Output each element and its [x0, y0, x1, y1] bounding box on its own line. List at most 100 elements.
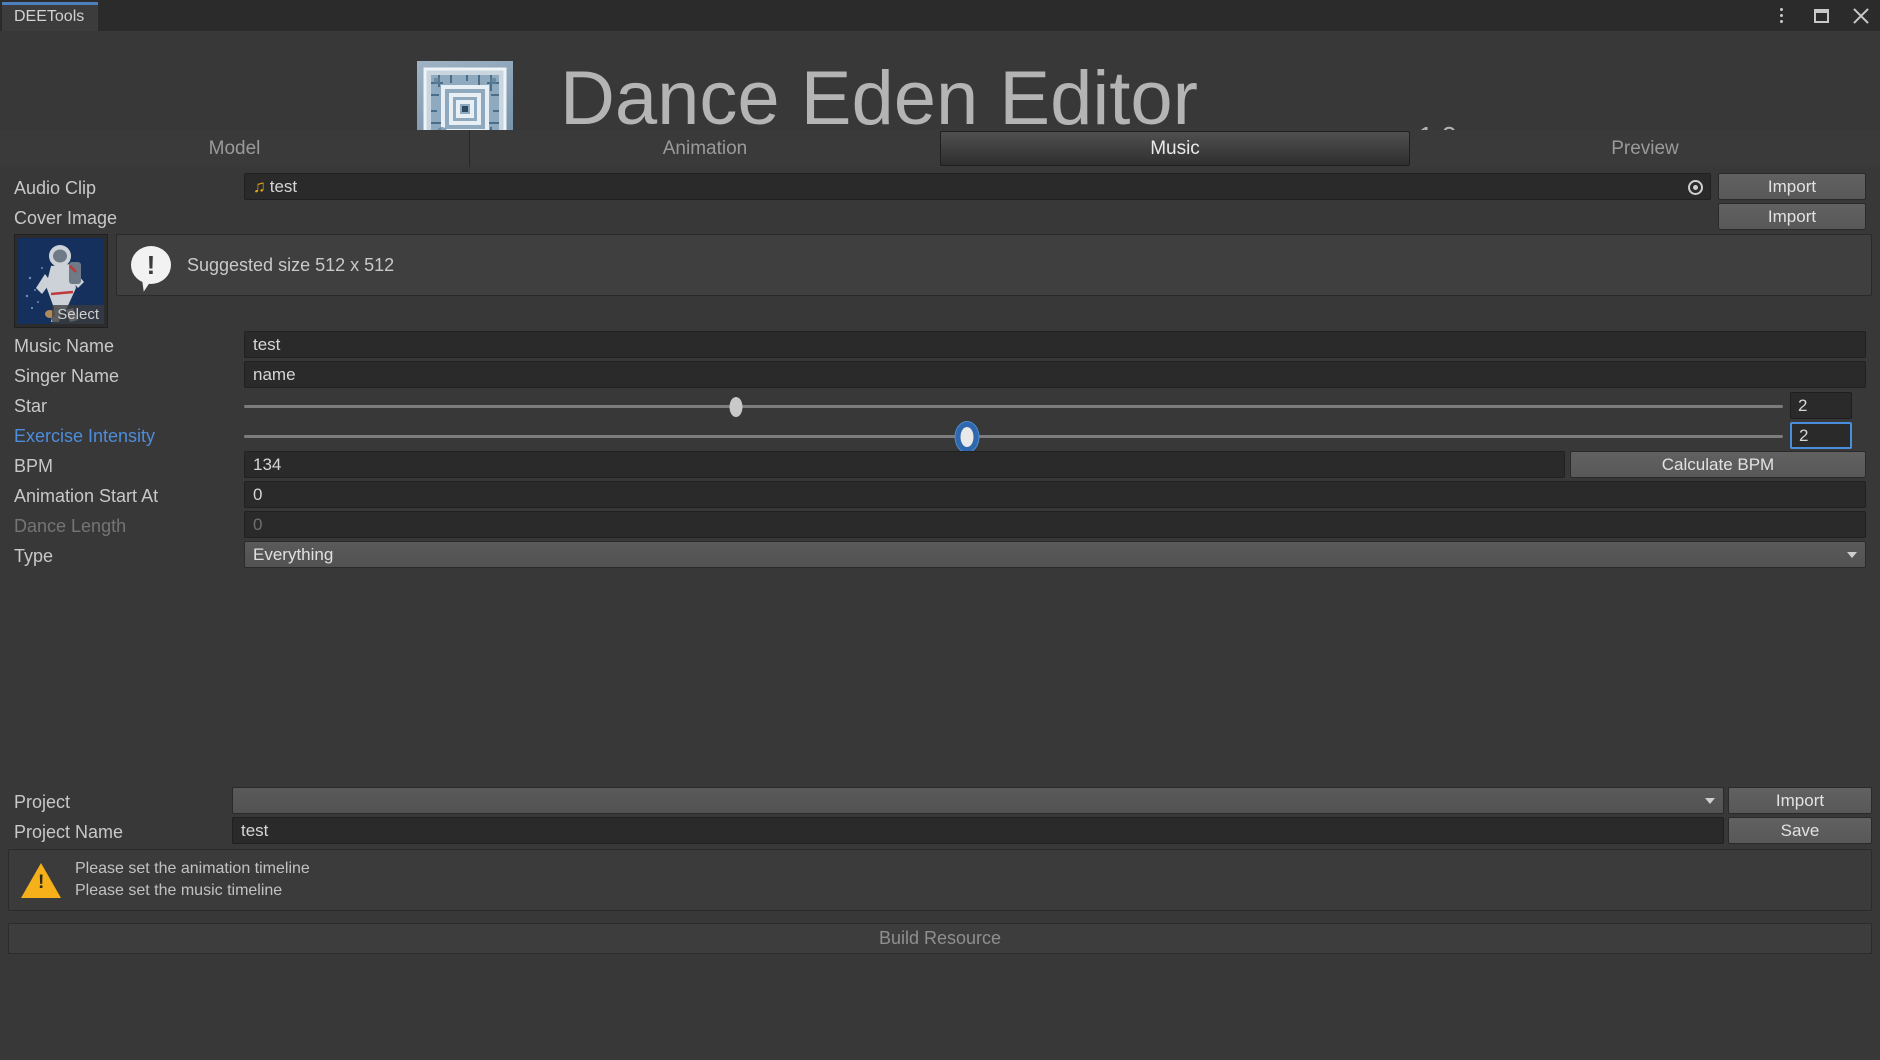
dance-length-input: 0 — [244, 511, 1866, 538]
music-name-label: Music Name — [14, 335, 115, 356]
object-picker-icon — [1687, 179, 1703, 195]
cover-image-info-box: ! Suggested size 512 x 512 — [116, 234, 1872, 296]
warning-message-1: Please set the animation timeline — [75, 860, 310, 877]
audio-clip-value: test — [269, 176, 298, 196]
star-value-input[interactable]: 2 — [1790, 392, 1852, 419]
exercise-intensity-slider[interactable] — [244, 421, 1783, 451]
chevron-down-icon — [1847, 551, 1857, 558]
cover-image-import-button[interactable]: Import — [1718, 203, 1866, 230]
warning-message-2: Please set the music timeline — [75, 882, 283, 899]
row-dance-length: Dance Length 0 — [0, 511, 1880, 541]
close-icon — [1852, 7, 1870, 25]
save-button[interactable]: Save — [1728, 817, 1872, 844]
project-name-value: test — [241, 820, 269, 840]
type-value: Everything — [253, 544, 334, 564]
build-resource-label: Build Resource — [878, 928, 1002, 948]
project-footer: Project Import Project Name test Save ! … — [0, 781, 1880, 1060]
warning-triangle-icon: ! — [21, 862, 61, 898]
audio-clip-field[interactable]: ♫ test — [244, 173, 1711, 200]
project-label: Project — [14, 791, 71, 812]
music-name-input[interactable]: test — [244, 331, 1866, 358]
tab-animation-label: Animation — [662, 137, 748, 159]
chevron-down-icon — [1705, 797, 1715, 804]
row-bpm: BPM 134 Calculate BPM — [0, 451, 1880, 481]
kebab-menu-icon — [1779, 8, 1783, 23]
warning-messages: Please set the animation timeline Please… — [75, 860, 310, 900]
animation-start-at-label: Animation Start At — [14, 485, 159, 506]
singer-name-label: Singer Name — [14, 365, 120, 386]
project-dropdown[interactable] — [232, 787, 1724, 814]
cover-image-info-text: Suggested size 512 x 512 — [187, 254, 395, 275]
maximize-button[interactable] — [1808, 3, 1834, 29]
row-type: Type Everything — [0, 541, 1880, 571]
audio-clip-label: Audio Clip — [14, 177, 97, 198]
app-header: Dance Eden Editor v1.0 — [0, 31, 1880, 157]
singer-name-input[interactable]: name — [244, 361, 1866, 388]
row-cover-preview: Select ! Suggested size 512 x 512 — [0, 234, 1880, 330]
window-controls — [1768, 0, 1874, 31]
exercise-intensity-label: Exercise Intensity — [14, 425, 156, 446]
row-music-name: Music Name test — [0, 331, 1880, 361]
cover-image-label: Cover Image — [14, 207, 118, 228]
animation-start-at-value: 0 — [253, 484, 263, 504]
exercise-intensity-value: 2 — [1799, 425, 1809, 445]
singer-name-value: name — [253, 364, 296, 384]
bpm-value: 134 — [253, 454, 282, 474]
music-note-icon: ♫ — [253, 176, 266, 196]
type-dropdown[interactable]: Everything — [244, 541, 1866, 568]
exercise-intensity-slider-handle[interactable] — [960, 427, 974, 447]
audio-clip-import-button[interactable]: Import — [1718, 173, 1866, 200]
tab-preview-label: Preview — [1611, 137, 1679, 159]
window-tab-label: DEETools — [14, 7, 85, 25]
cover-image-select-overlay[interactable]: Select — [52, 305, 104, 324]
tab-model-label: Model — [208, 137, 261, 159]
star-value: 2 — [1798, 395, 1808, 415]
page-title: Dance Eden Editor — [560, 56, 1198, 141]
info-bubble-icon: ! — [131, 246, 171, 284]
audio-clip-import-label: Import — [1767, 176, 1817, 196]
build-resource-button[interactable]: Build Resource — [8, 923, 1872, 954]
bpm-input[interactable]: 134 — [244, 451, 1565, 478]
bpm-label: BPM — [14, 455, 54, 476]
animation-start-at-input[interactable]: 0 — [244, 481, 1866, 508]
calculate-bpm-label: Calculate BPM — [1661, 454, 1775, 474]
tab-music-label: Music — [1150, 137, 1200, 159]
row-project-name: Project Name test Save — [0, 817, 1880, 847]
save-label: Save — [1780, 820, 1820, 840]
exercise-intensity-value-input[interactable]: 2 — [1790, 422, 1852, 449]
dance-length-value: 0 — [253, 514, 263, 534]
cover-image-import-label: Import — [1767, 206, 1817, 226]
star-slider-handle[interactable] — [729, 397, 743, 417]
music-name-value: test — [253, 334, 281, 354]
warning-box: ! Please set the animation timeline Plea… — [8, 849, 1872, 911]
row-project: Project Import — [0, 787, 1880, 817]
astronaut-image: Select — [18, 238, 104, 324]
cover-image-thumbnail[interactable]: Select — [14, 234, 108, 328]
close-button[interactable] — [1848, 3, 1874, 29]
row-singer-name: Singer Name name — [0, 361, 1880, 391]
project-import-label: Import — [1775, 790, 1825, 810]
type-label: Type — [14, 545, 54, 566]
row-cover-image: Cover Image Import — [0, 203, 1880, 233]
tab-preview[interactable]: Preview — [1410, 130, 1880, 167]
music-form-panel: Audio Clip ♫ test Import Cover Image Imp… — [0, 167, 1880, 781]
row-star: Star 2 — [0, 391, 1880, 421]
tab-animation[interactable]: Animation — [470, 130, 940, 167]
exercise-intensity-slider-track — [244, 435, 1783, 438]
project-import-button[interactable]: Import — [1728, 787, 1872, 814]
audio-clip-object-picker-button[interactable] — [1683, 175, 1707, 199]
star-slider-track — [244, 405, 1783, 408]
row-audio-clip: Audio Clip ♫ test Import — [0, 173, 1880, 203]
maximize-icon — [1813, 8, 1829, 23]
window-tab-deetools[interactable]: DEETools — [2, 2, 99, 31]
tab-music[interactable]: Music — [940, 131, 1410, 166]
star-label: Star — [14, 395, 48, 416]
main-tabs: Model Animation Music Preview — [0, 130, 1880, 167]
more-options-button[interactable] — [1768, 3, 1794, 29]
project-name-input[interactable]: test — [232, 817, 1724, 844]
calculate-bpm-button[interactable]: Calculate BPM — [1570, 451, 1866, 478]
tab-model[interactable]: Model — [0, 130, 470, 167]
star-slider[interactable] — [244, 391, 1783, 421]
dance-length-label: Dance Length — [14, 515, 127, 536]
window-titlebar: DEETools — [0, 0, 1880, 31]
